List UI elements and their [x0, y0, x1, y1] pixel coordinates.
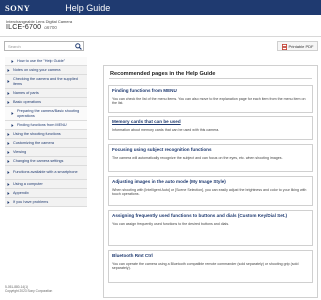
recommended-card-title[interactable]: Bluetooth Rmt Ctrl	[112, 253, 309, 259]
recommended-card-text: The camera will automatically recognize …	[112, 156, 283, 160]
recommended-pages-panel: Recommended pages in the Help Guide Find…	[103, 65, 318, 298]
recommended-card-title[interactable]: Memory cards that can be used	[112, 119, 309, 125]
chevron-right-icon	[7, 182, 10, 186]
sidebar-item-label: Preparing the camera/Basic shooting oper…	[17, 109, 80, 118]
model-name: ILCE-6700	[6, 24, 42, 31]
sidebar-item-label: Using a computer	[13, 181, 43, 186]
sidebar-item-problems[interactable]: If you have problems	[5, 198, 87, 207]
chevron-right-icon	[7, 100, 10, 104]
sidebar-item-basic-operations[interactable]: Basic operations	[5, 98, 87, 107]
sidebar-item-label: Notes on using your camera	[13, 67, 61, 72]
sidebar-item-label: Basic operations	[13, 99, 42, 104]
recommended-card-text: You can assign frequently used functions…	[112, 222, 230, 226]
recommended-card[interactable]: Focusing using subject recognition funct…	[108, 144, 313, 172]
header-divider	[0, 36, 321, 37]
copyright-block: 5-051-880-14(1) Copyright 2023 Sony Corp…	[5, 285, 52, 293]
sidebar-item-camera-settings[interactable]: Changing the camera settings	[5, 157, 87, 166]
sidebar-item-viewing[interactable]: Viewing	[5, 148, 87, 157]
copyright-text: Copyright 2023 Sony Corporation	[5, 289, 53, 293]
recommended-card[interactable]: Finding functions from MENU You can chec…	[108, 85, 313, 113]
sidebar-item-label: Customizing the camera	[13, 140, 54, 145]
recommended-card-title[interactable]: Focusing using subject recognition funct…	[112, 147, 309, 153]
search-icon[interactable]	[73, 42, 83, 50]
pdf-icon	[281, 37, 287, 55]
recommended-card-text: You can check the list of the menu items…	[112, 97, 306, 106]
sidebar-item-how-to-use[interactable]: How to use the "Help Guide"	[5, 57, 87, 66]
top-bar: SONY Help Guide	[0, 0, 321, 15]
chevron-right-icon	[7, 159, 10, 163]
recommended-card-title[interactable]: Assigning frequently used functions to b…	[112, 213, 309, 219]
chevron-right-icon	[7, 80, 10, 83]
recommended-card[interactable]: Memory cards that can be used Informatio…	[108, 116, 313, 140]
chevron-right-icon	[7, 68, 10, 72]
sidebar-item-customizing[interactable]: Customizing the camera	[5, 139, 87, 148]
sidebar-item-shooting-functions[interactable]: Using the shooting functions	[5, 130, 87, 139]
sidebar-item-names-of-parts[interactable]: Names of parts	[5, 89, 87, 98]
search-input[interactable]: Search	[8, 44, 73, 49]
recommended-card-title[interactable]: Finding functions from MENU	[112, 88, 309, 94]
recommended-title: Recommended pages in the Help Guide	[110, 71, 216, 77]
sidebar-item-label: If you have problems	[13, 199, 49, 204]
recommended-card-text: Information about memory cards that can …	[112, 128, 220, 132]
sidebar-item-computer[interactable]: Using a computer	[5, 180, 87, 189]
printable-pdf-label: Printable PDF	[288, 43, 314, 49]
recommended-card[interactable]: Adjusting images in the auto mode (My Im…	[108, 176, 313, 206]
sidebar-item-appendix[interactable]: Appendix	[5, 189, 87, 198]
chevron-right-icon	[11, 112, 14, 115]
recommended-card-text: You can operate the camera using a Bluet…	[112, 262, 299, 271]
printable-pdf-button[interactable]: Printable PDF	[277, 41, 318, 51]
sidebar-item-smartphone[interactable]: Functions available with a smartphone	[5, 166, 87, 180]
recommended-card[interactable]: Assigning frequently used functions to b…	[108, 210, 313, 246]
sidebar-item-label: Functions available with a smartphone	[13, 170, 78, 175]
chevron-right-icon	[11, 123, 14, 127]
sidebar-item-label: Finding functions from MENU	[17, 122, 67, 127]
sidebar-item-notes[interactable]: Notes on using your camera	[5, 66, 87, 75]
sidebar-item-label: Checking the camera and the supplied ite…	[13, 77, 78, 86]
chevron-right-icon	[11, 59, 14, 63]
sidebar-item-label: Appendix	[13, 190, 29, 195]
sidebar-item-label: Using the shooting functions	[13, 131, 61, 136]
chevron-right-icon	[7, 132, 10, 136]
sidebar-item-label: Changing the camera settings	[13, 158, 64, 163]
chevron-right-icon	[7, 200, 10, 204]
chevron-right-icon	[7, 171, 10, 174]
chevron-right-icon	[7, 91, 10, 95]
chevron-right-icon	[7, 150, 10, 154]
sidebar-item-preparing[interactable]: Preparing the camera/Basic shooting oper…	[5, 107, 87, 121]
sidebar-nav: How to use the "Help Guide" Notes on usi…	[5, 57, 87, 207]
chevron-right-icon	[7, 191, 10, 195]
recommended-card-title[interactable]: Adjusting images in the auto mode (My Im…	[112, 179, 309, 185]
recommended-card-text: When shooting with [Intelligent Auto] or…	[112, 188, 307, 197]
sidebar-item-label: Names of parts	[13, 90, 39, 95]
search-box[interactable]: Search	[4, 41, 84, 51]
sony-logo[interactable]: SONY	[5, 3, 30, 13]
sidebar-item-finding-functions[interactable]: Finding functions from MENU	[5, 121, 87, 130]
chevron-right-icon	[7, 141, 10, 145]
recommended-divider	[109, 78, 312, 79]
help-guide-title: Help Guide	[65, 2, 111, 13]
sidebar-item-checking[interactable]: Checking the camera and the supplied ite…	[5, 75, 87, 89]
sidebar-item-label: How to use the "Help Guide"	[17, 58, 66, 63]
model-heading: ILCE-6700 α6700	[6, 24, 57, 31]
model-alt-name: α6700	[44, 25, 57, 30]
sidebar-item-label: Viewing	[13, 149, 27, 154]
recommended-card[interactable]: Bluetooth Rmt Ctrl You can operate the c…	[108, 250, 313, 283]
